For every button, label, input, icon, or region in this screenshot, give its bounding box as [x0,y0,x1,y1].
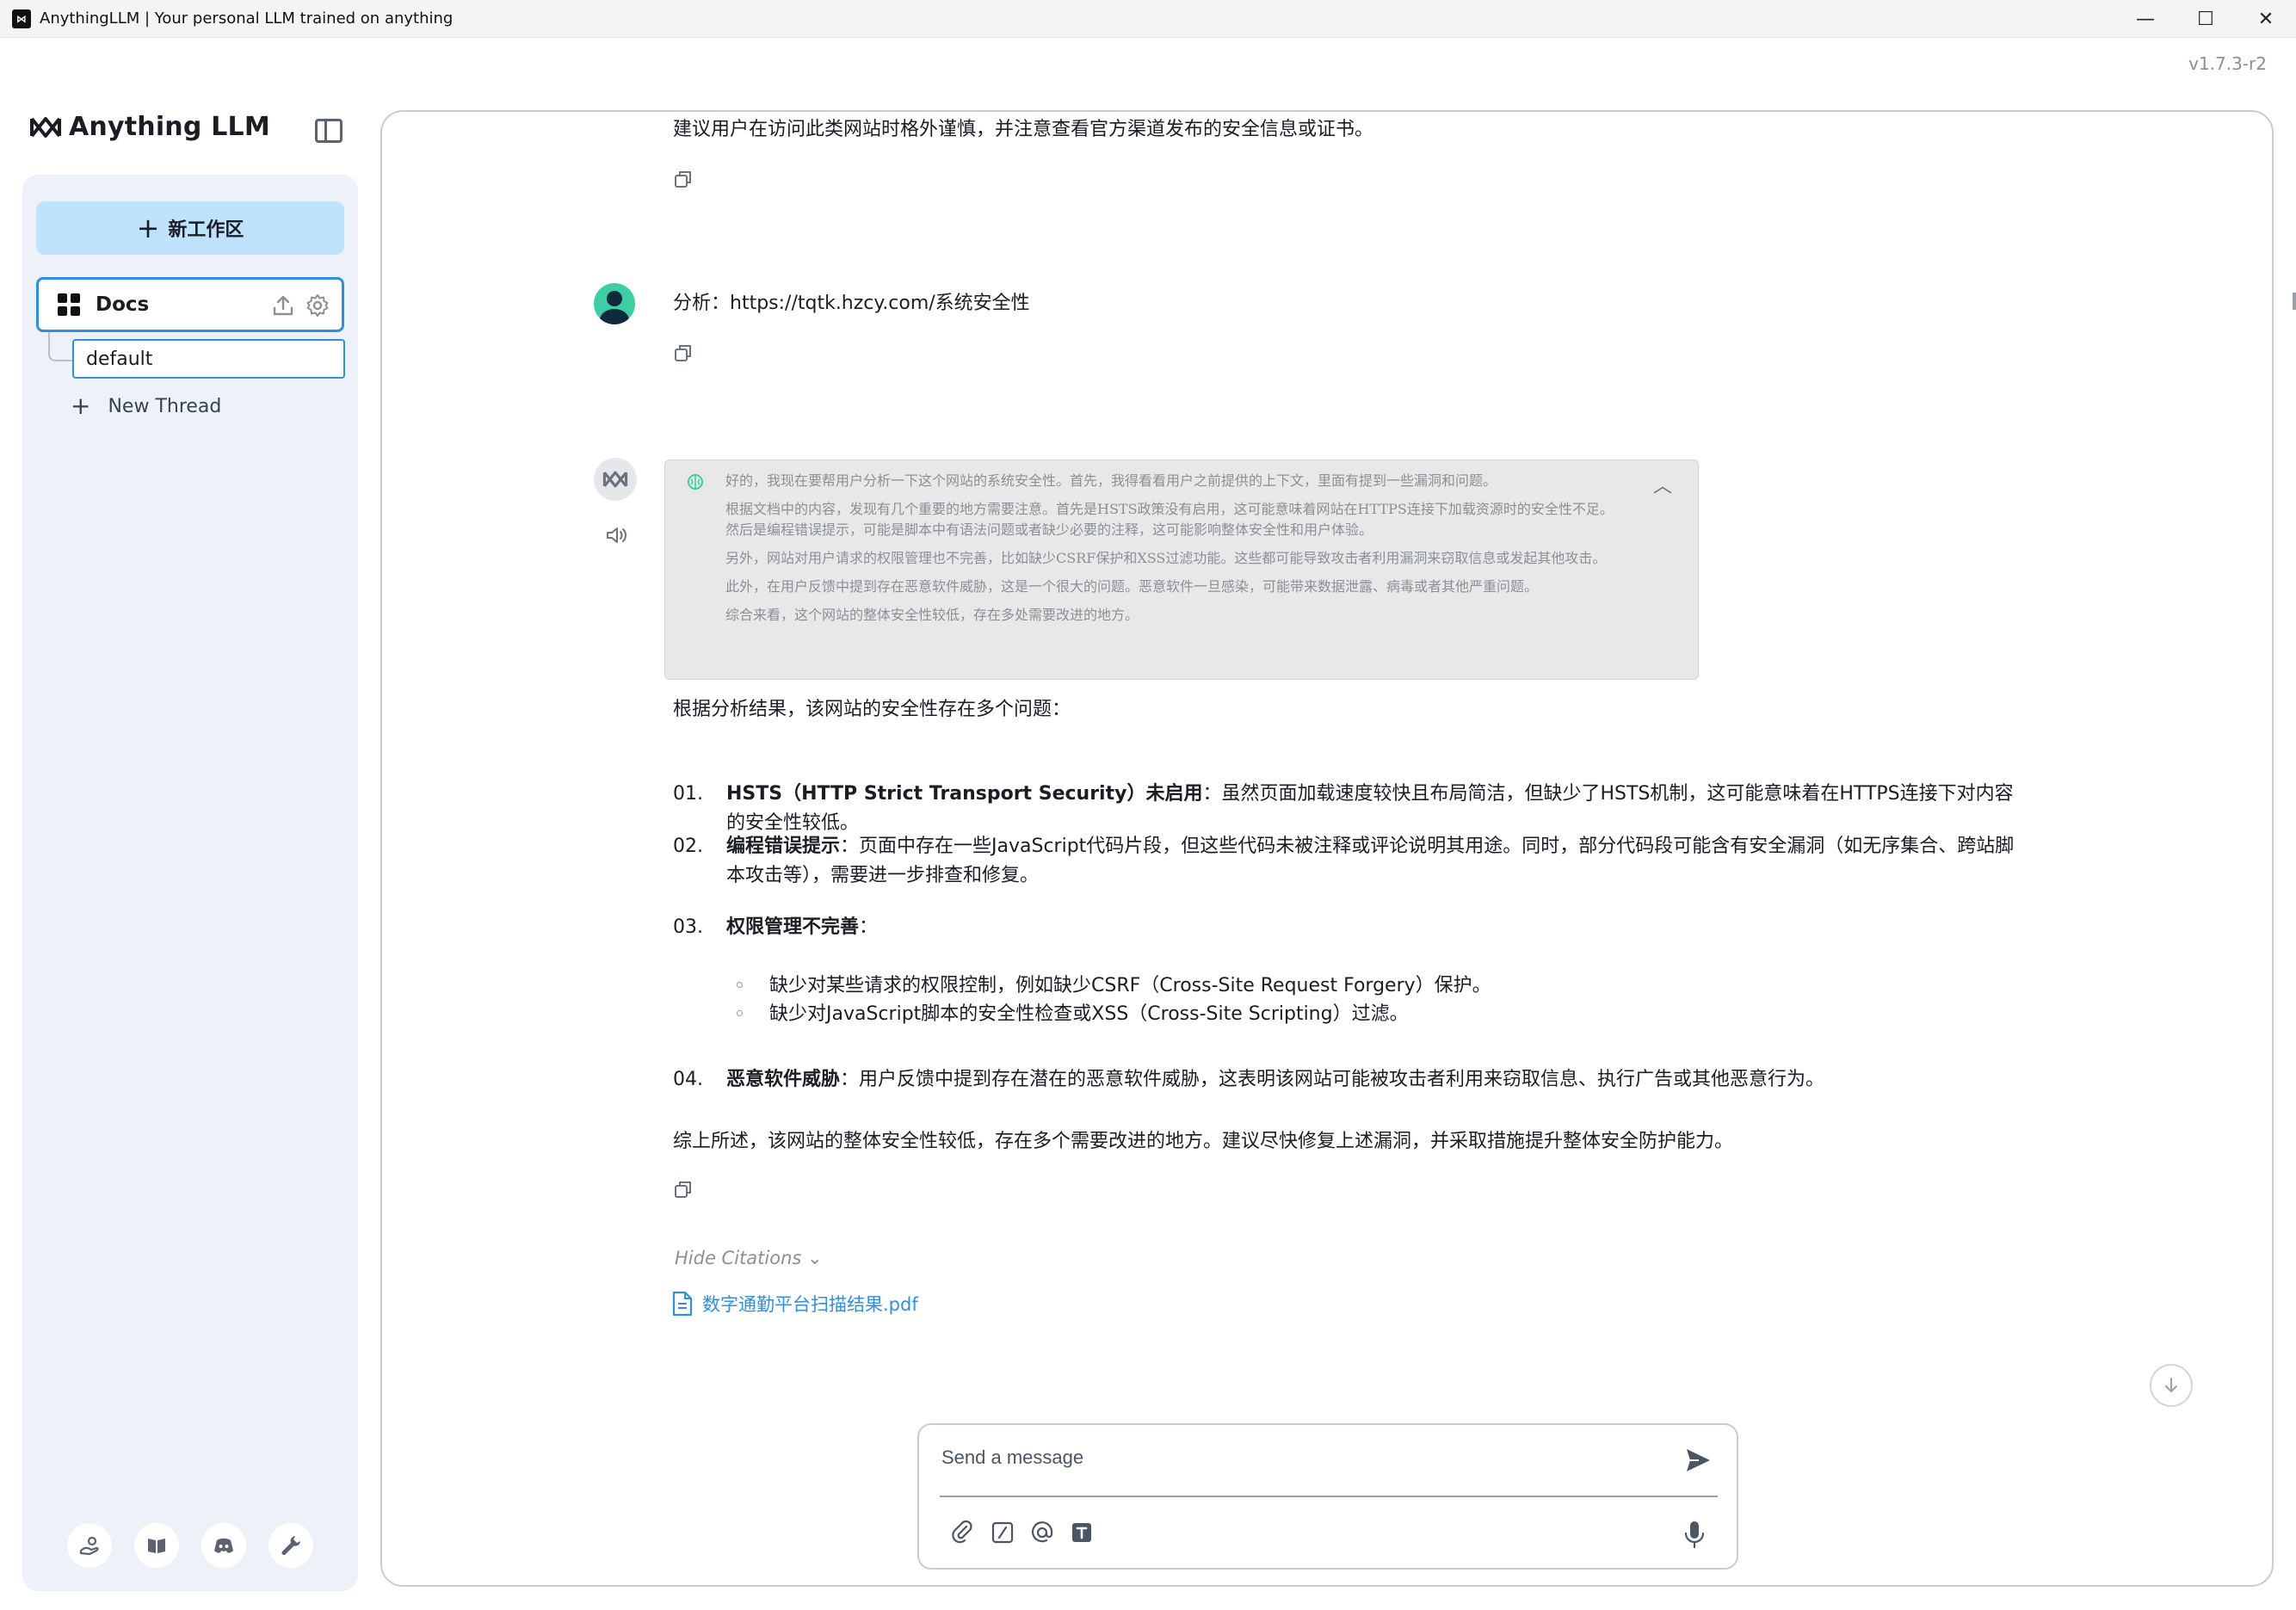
sub-bullet-item: 缺少对某些请求的权限控制，例如缺少CSRF（Cross-Site Request… [769,975,1491,996]
user-message: 分析：https://tqtk.hzcy.com/系统安全性 [673,293,1030,314]
collapse-chevron-icon[interactable]: ︿ [1653,471,1672,498]
settings-wrench-icon[interactable] [268,1523,313,1568]
previous-message-tail: 建议用户在访问此类网站时格外谨慎，并注意查看官方渠道发布的安全信息或证书。 [673,119,1374,140]
thread-connector [48,332,72,361]
thread-item-default[interactable]: default [72,339,345,379]
list-item: 编程错误提示：页面中存在一些JavaScript代码片段，但这些代码未被注释或评… [726,832,2017,891]
list-item-title: 恶意软件威胁 [726,1069,841,1090]
hide-citations-toggle[interactable]: Hide Citations ⌄ [675,1248,823,1268]
assistant-avatar [594,458,637,501]
arrow-down-icon [2165,1378,2177,1392]
plus-icon: + [71,392,91,420]
send-icon[interactable] [1683,1446,1713,1475]
thought-line: 好的，我现在要帮用户分析一下这个网站的系统安全性。首先，我得看看用户之前提供的上… [725,472,1497,489]
new-thread-label: New Thread [108,395,222,417]
docs-book-icon[interactable] [134,1523,179,1568]
list-item: 权限管理不完善： [726,913,2017,942]
attachment-paperclip-icon[interactable] [950,1520,976,1545]
list-item-title: 编程错误提示 [726,836,841,857]
list-item-text: ： [859,916,879,938]
citation-item[interactable]: 数字通勤平台扫描结果.pdf [671,1291,918,1317]
thought-line: 此外，在用户反馈中提到存在恶意软件威胁，这是一个很大的问题。恶意软件一旦感染，可… [725,578,1539,595]
new-workspace-button[interactable]: + 新工作区 [36,201,344,255]
message-composer [917,1423,1738,1570]
list-item-text: ：用户反馈中提到存在潜在的恶意软件威胁，这表明该网站可能被攻击者利用来窃取信息、… [840,1069,1825,1090]
list-number: 01. [673,783,703,805]
brand-name: Anything LLM [69,112,270,142]
thought-line: 另外，网站对用户请求的权限管理也不完善，比如缺少CSRF保护和XSS过滤功能。这… [725,550,1607,566]
upload-icon[interactable] [271,293,295,318]
gear-icon[interactable] [306,293,330,318]
thinking-block: ︿ 好的，我现在要帮用户分析一下这个网站的系统安全性。首先，我得看看用户之前提供… [664,460,1699,680]
speaker-icon[interactable] [604,523,628,547]
document-icon [672,1291,693,1317]
maximize-button[interactable]: ☐ [2176,0,2236,38]
list-number: 04. [673,1069,703,1090]
text-format-icon[interactable] [1069,1520,1095,1545]
composer-tools [950,1520,1095,1545]
app-version: v1.7.3-r2 [2188,53,2267,74]
list-item-title: 权限管理不完善 [726,916,860,938]
window-titlebar: ⋈ AnythingLLM | Your personal LLM traine… [0,0,2296,38]
window-edge-handle [2293,293,2296,310]
list-number: 03. [673,916,703,938]
chevron-down-icon: ⌄ [807,1248,823,1268]
minimize-button[interactable]: — [2115,0,2176,38]
workspace-grid-icon [58,293,80,316]
microphone-icon[interactable] [1682,1520,1707,1549]
at-mention-icon[interactable] [1029,1520,1055,1545]
list-item: 恶意软件威胁：用户反馈中提到存在潜在的恶意软件威胁，这表明该网站可能被攻击者利用… [726,1065,2017,1095]
copy-icon[interactable] [673,1179,694,1200]
composer-divider [940,1496,1718,1497]
bullet-dot [737,1010,743,1016]
sidebar-footer-icons [67,1523,313,1568]
workspace-name: Docs [96,293,150,316]
app-logo-icon: ⋈ [12,9,31,28]
copy-icon[interactable] [673,169,694,189]
answer-intro: 根据分析结果，该网站的安全性存在多个问题： [673,699,1071,720]
bullet-dot [737,982,743,988]
workspace-item-docs[interactable]: Docs [36,277,344,332]
copy-icon[interactable] [673,342,694,363]
message-input[interactable] [941,1440,1647,1475]
thought-line: 根据文档中的内容，发现有几个重要的地方需要注意。首先是HSTS政策没有启用，这可… [725,501,1614,538]
chat-panel: 建议用户在访问此类网站时格外谨慎，并注意查看官方渠道发布的安全信息或证书。 分析… [380,110,2274,1587]
sub-bullet-item: 缺少对JavaScript脚本的安全性检查或XSS（Cross-Site Scr… [769,1003,1409,1025]
anythingllm-logo-icon [30,116,61,138]
brain-icon [688,474,703,490]
list-item-title: HSTS（HTTP Strict Transport Security）未启用 [726,783,1203,805]
anythingllm-logo-icon [602,471,628,488]
list-item: HSTS（HTTP Strict Transport Security）未启用：… [726,780,2017,838]
brand-logo: Anything LLM [29,112,270,142]
list-item-text: ：页面中存在一些JavaScript代码片段，但这些代码未被注释或评论说明其用途… [726,836,2015,886]
citation-filename: 数字通勤平台扫描结果.pdf [702,1294,918,1315]
new-thread-button[interactable]: + New Thread [71,394,221,418]
new-workspace-label: 新工作区 [168,219,244,241]
sidebar-panel [22,175,358,1591]
thinking-text: 好的，我现在要帮用户分析一下这个网站的系统安全性。首先，我得看看用户之前提供的上… [725,471,1620,633]
user-avatar [594,283,635,324]
window-controls: — ☐ ✕ [2115,0,2296,38]
community-hub-icon[interactable] [67,1523,112,1568]
hide-citations-label: Hide Citations [675,1248,802,1268]
scroll-to-bottom-button[interactable] [2150,1364,2193,1407]
close-button[interactable]: ✕ [2236,0,2296,38]
discord-icon[interactable] [201,1523,246,1568]
slash-command-icon[interactable] [990,1520,1015,1545]
thought-line: 综合来看，这个网站的整体安全性较低，存在多处需要改进的地方。 [725,607,1139,623]
window-title: AnythingLLM | Your personal LLM trained … [40,9,454,28]
answer-conclusion: 综上所述，该网站的整体安全性较低，存在多个需要改进的地方。建议尽快修复上述漏洞，… [673,1131,1734,1152]
plus-icon: + [136,212,160,244]
sidebar-toggle-icon[interactable] [315,119,343,143]
list-number: 02. [673,836,703,857]
